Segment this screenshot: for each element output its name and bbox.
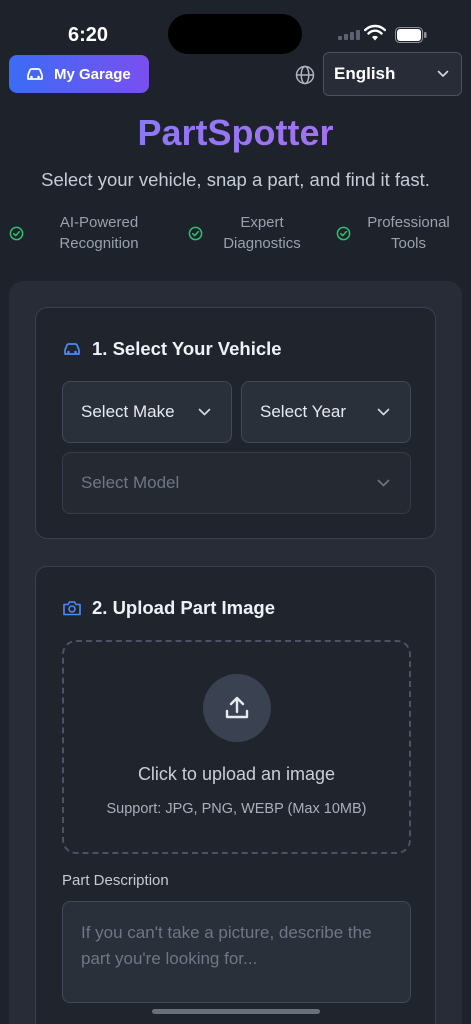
- feature-professional-tools: Professional Tools: [336, 212, 466, 254]
- vehicle-card-title: 1. Select Your Vehicle: [92, 338, 282, 359]
- feature-expert-diagnostics: Expert Diagnostics: [188, 212, 321, 254]
- year-select[interactable]: Select Year: [241, 381, 411, 443]
- car-icon: [64, 343, 80, 355]
- tagline: Select your vehicle, snap a part, and fi…: [41, 169, 430, 190]
- language-select[interactable]: English: [323, 52, 462, 96]
- feature-line: Recognition: [59, 235, 139, 252]
- upload-cta-text: Click to upload an image: [137, 764, 336, 784]
- make-select[interactable]: Select Make: [62, 381, 232, 443]
- vehicle-card-header: 1. Select Your Vehicle: [62, 338, 282, 360]
- wifi-icon: [364, 24, 386, 41]
- language-value: English: [334, 64, 396, 83]
- year-select-value: Select Year: [260, 402, 347, 421]
- part-description-label: Part Description: [62, 872, 169, 889]
- feature-line: Professional: [367, 214, 450, 231]
- car-icon: [27, 68, 43, 80]
- upload-dropzone[interactable]: Click to upload an image Support: JPG, P…: [62, 640, 411, 854]
- part-description-input[interactable]: If you can't take a picture, describe th…: [62, 901, 411, 1003]
- model-select[interactable]: Select Model: [62, 452, 411, 514]
- model-select-value: Select Model: [81, 473, 180, 492]
- chevron-down-icon: [437, 70, 449, 77]
- vehicle-card: 1. Select Your Vehicle Select Make Selec…: [35, 307, 436, 539]
- globe-icon: [295, 65, 315, 85]
- dynamic-island: [168, 14, 302, 54]
- status-time: 6:20: [68, 24, 109, 46]
- feature-ai-recognition: AI-Powered Recognition: [9, 212, 174, 254]
- cellular-signal-icon: [338, 30, 360, 40]
- chevron-down-icon: [377, 479, 390, 487]
- upload-card-header: 2. Upload Part Image: [62, 597, 275, 619]
- battery-icon: [395, 27, 427, 43]
- upload-icon: [225, 696, 249, 719]
- upload-icon-circle: [203, 674, 271, 742]
- chevron-down-icon: [377, 408, 390, 416]
- check-circle-icon: [188, 226, 203, 240]
- status-bar: 6:20: [0, 0, 471, 54]
- feature-line: AI-Powered: [59, 214, 139, 231]
- upload-card-title: 2. Upload Part Image: [92, 597, 275, 618]
- home-indicator[interactable]: [152, 1009, 320, 1014]
- my-garage-label: My Garage: [54, 65, 131, 83]
- feature-line: Expert: [240, 214, 284, 231]
- check-circle-icon: [336, 226, 351, 240]
- upload-card: 2. Upload Part Image Click to upload an …: [35, 566, 436, 1024]
- feature-line: Tools: [390, 235, 427, 252]
- part-description-placeholder: If you can't take a picture, describe th…: [81, 923, 372, 968]
- my-garage-button[interactable]: My Garage: [9, 55, 149, 93]
- check-circle-icon: [9, 226, 24, 240]
- camera-icon: [63, 601, 81, 616]
- make-select-value: Select Make: [81, 402, 175, 421]
- feature-list: AI-Powered Recognition Expert Diagnostic…: [0, 212, 471, 258]
- upload-support-text: Support: JPG, PNG, WEBP (Max 10MB): [106, 801, 367, 817]
- feature-line: Diagnostics: [223, 235, 301, 252]
- brand-title: PartSpotter: [0, 112, 471, 154]
- chevron-down-icon: [198, 408, 211, 416]
